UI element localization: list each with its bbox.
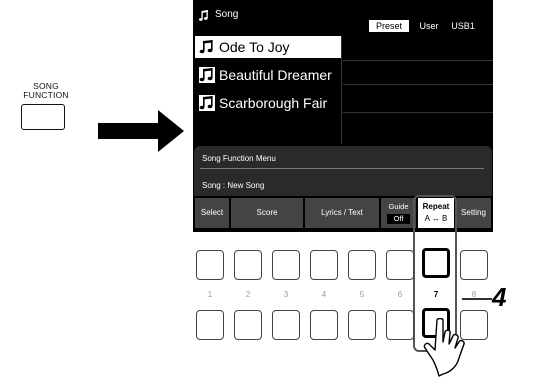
lower-button-4[interactable] <box>310 310 338 340</box>
song-function-button[interactable] <box>21 104 65 130</box>
tab-preset[interactable]: Preset <box>369 20 409 32</box>
upper-button-1[interactable] <box>196 250 224 280</box>
button-number: 7 <box>433 290 439 299</box>
guide-label: Guide <box>388 202 409 211</box>
guide-button[interactable]: Guide Off <box>381 198 416 228</box>
music-note-icon <box>199 67 215 83</box>
music-note-icon <box>199 10 208 21</box>
button-number: 3 <box>283 290 289 299</box>
song-function-label: SONG FUNCTION <box>14 82 78 100</box>
select-button[interactable]: Select <box>195 198 229 228</box>
lower-button-5[interactable] <box>348 310 376 340</box>
guide-value: Off <box>387 214 410 224</box>
button-number: 2 <box>245 290 251 299</box>
tab-usb1[interactable]: USB1 <box>448 20 478 32</box>
song-item-ode-to-joy[interactable]: Ode To Joy <box>195 36 493 58</box>
upper-button-7[interactable] <box>422 248 450 278</box>
menu-divider <box>200 168 484 169</box>
song-item-scarborough-fair[interactable]: Scarborough Fair <box>195 92 493 114</box>
pointing-hand-icon <box>423 318 465 377</box>
song-status: Song : New Song <box>202 181 265 190</box>
upper-button-4[interactable] <box>310 250 338 280</box>
button-number: 5 <box>359 290 365 299</box>
lower-button-3[interactable] <box>272 310 300 340</box>
lower-button-6[interactable] <box>386 310 414 340</box>
song-item-beautiful-dreamer[interactable]: Beautiful Dreamer <box>195 64 493 86</box>
music-note-icon <box>199 40 213 54</box>
button-number: 1 <box>207 290 213 299</box>
song-name: Ode To Joy <box>219 39 290 55</box>
lyrics-text-button[interactable]: Lyrics / Text <box>305 198 379 228</box>
tab-user[interactable]: User <box>415 20 443 32</box>
right-arrow-icon <box>98 110 184 152</box>
setting-button[interactable]: Setting <box>456 198 491 228</box>
button-number: 4 <box>321 290 327 299</box>
upper-button-6[interactable] <box>386 250 414 280</box>
upper-button-5[interactable] <box>348 250 376 280</box>
list-divider <box>343 112 493 113</box>
song-function-label-line2: FUNCTION <box>23 90 69 100</box>
upper-button-3[interactable] <box>272 250 300 280</box>
list-divider <box>343 84 493 85</box>
step-callout-line <box>462 298 492 300</box>
lower-button-2[interactable] <box>234 310 262 340</box>
menu-title: Song Function Menu <box>202 154 276 163</box>
button-number: 6 <box>397 290 403 299</box>
upper-button-8[interactable] <box>460 250 488 280</box>
song-list: Ode To Joy Beautiful Dreamer Scarborough… <box>195 36 493 144</box>
upper-button-2[interactable] <box>234 250 262 280</box>
song-name: Beautiful Dreamer <box>219 67 332 83</box>
list-divider <box>341 36 342 144</box>
music-note-icon <box>199 95 215 111</box>
screen-header: Song Preset User USB1 <box>193 0 493 34</box>
lower-button-1[interactable] <box>196 310 224 340</box>
song-name: Scarborough Fair <box>219 95 328 111</box>
score-button[interactable]: Score <box>231 198 303 228</box>
screen-title: Song <box>215 9 239 20</box>
list-divider <box>343 60 493 61</box>
step-number: 4 <box>492 282 507 312</box>
